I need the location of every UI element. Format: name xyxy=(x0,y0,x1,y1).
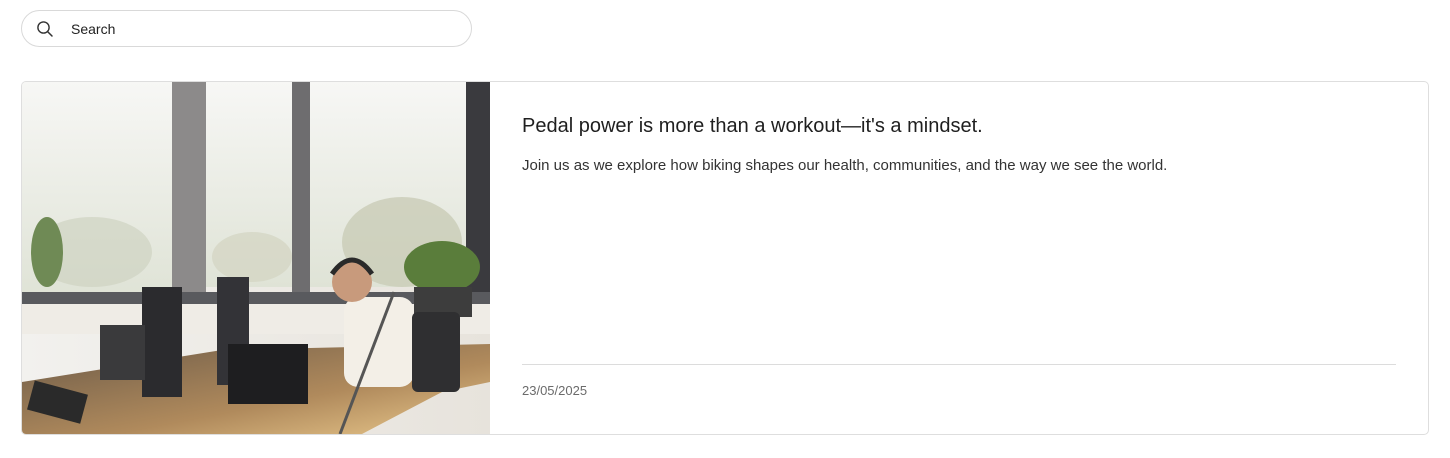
article-date: 23/05/2025 xyxy=(522,383,588,398)
article-image[interactable] xyxy=(22,82,490,434)
divider xyxy=(522,364,1396,365)
article-excerpt: Join us as we explore how biking shapes … xyxy=(522,157,1168,174)
search-icon xyxy=(36,20,54,38)
office-photo xyxy=(22,82,490,434)
article-body: Pedal power is more than a workout—it's … xyxy=(522,82,1396,434)
search-input[interactable] xyxy=(69,19,453,38)
article-title[interactable]: Pedal power is more than a workout—it's … xyxy=(522,115,983,138)
article-card[interactable]: Pedal power is more than a workout—it's … xyxy=(21,81,1429,435)
search-bar[interactable] xyxy=(21,10,472,47)
